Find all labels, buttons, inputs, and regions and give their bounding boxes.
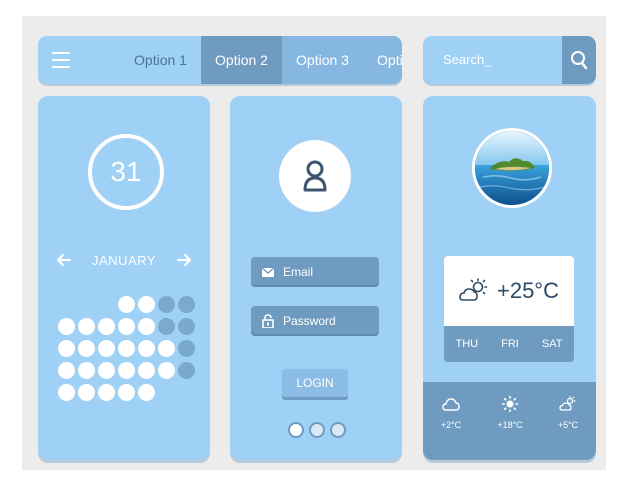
calendar-day-dot[interactable] (118, 340, 135, 357)
tab-option-4[interactable]: Option 4 (363, 36, 402, 84)
calendar-day-dot[interactable] (98, 340, 115, 357)
partly-cloudy-icon (559, 396, 576, 411)
island-image (472, 128, 552, 208)
forecast-temp: +5°C (557, 420, 579, 430)
tab-option-1[interactable]: Option 1 (120, 36, 201, 84)
calendar-day-dot[interactable] (158, 318, 175, 335)
calendar-day-dot[interactable] (58, 362, 75, 379)
arrow-right-icon[interactable] (176, 252, 192, 268)
login-button[interactable]: LOGIN (282, 369, 348, 397)
day-label[interactable]: THU (456, 338, 479, 350)
calendar-day-dot[interactable] (178, 362, 195, 379)
page-indicator (288, 422, 346, 438)
search-input[interactable]: Search_ (443, 36, 491, 84)
top-navbar: Option 1 Option 2 Option 3 Option 4 (38, 36, 402, 84)
forecast-item[interactable]: +18°C (485, 396, 535, 430)
page-dot[interactable] (309, 422, 325, 438)
calendar-day-dot[interactable] (178, 340, 195, 357)
calendar-day-dot[interactable] (158, 296, 175, 313)
cloud-icon (442, 398, 460, 411)
forecast-strip: +2°C +18°C +5°C (423, 382, 596, 460)
password-field[interactable]: Password (251, 306, 379, 336)
envelope-icon (261, 267, 275, 277)
calendar-day-dot[interactable] (138, 296, 155, 313)
forecast-item[interactable]: +2°C (426, 396, 476, 430)
calendar-day-dot[interactable] (58, 340, 75, 357)
calendar-day-dot[interactable] (138, 362, 155, 379)
forecast-temp: +18°C (497, 420, 523, 430)
calendar-day-dot[interactable] (118, 296, 135, 313)
calendar-day-dot[interactable] (118, 362, 135, 379)
login-card: Email Password LOGIN (230, 96, 402, 460)
calendar-day-dot[interactable] (78, 318, 95, 335)
user-icon (303, 160, 327, 192)
calendar-day-dot[interactable] (178, 296, 195, 313)
day-tabs: THU FRI SAT (444, 326, 574, 362)
calendar-day-dot[interactable] (58, 384, 75, 401)
calendar-day-dot[interactable] (178, 318, 195, 335)
calendar-day-dot[interactable] (118, 384, 135, 401)
tab-option-3[interactable]: Option 3 (282, 36, 363, 84)
calendar-day-dot[interactable] (138, 340, 155, 357)
calendar-day-dot[interactable] (78, 362, 95, 379)
partly-cloudy-icon (459, 278, 488, 301)
calendar-day-dot[interactable] (138, 318, 155, 335)
lock-icon (262, 314, 274, 328)
menu-icon[interactable] (38, 36, 84, 84)
calendar-day-dot[interactable] (158, 340, 175, 357)
weather-card: +25°C THU FRI SAT +2°C +18°C +5°C (423, 96, 596, 460)
calendar-day: 31 (88, 134, 164, 210)
page-dot[interactable] (288, 422, 304, 438)
calendar-day-dot[interactable] (98, 384, 115, 401)
day-label[interactable]: FRI (501, 338, 519, 350)
month-label: JANUARY (92, 252, 156, 268)
current-weather-panel: +25°C THU FRI SAT (444, 256, 574, 362)
avatar (279, 140, 351, 212)
tab-option-2[interactable]: Option 2 (201, 36, 282, 84)
forecast-temp: +2°C (440, 420, 462, 430)
day-label[interactable]: SAT (542, 338, 563, 350)
current-temperature: +25°C (496, 278, 559, 303)
password-label: Password (283, 314, 336, 328)
calendar-day-dot[interactable] (78, 384, 95, 401)
forecast-item[interactable]: +5°C (543, 396, 593, 430)
calendar-day-dot[interactable] (58, 318, 75, 335)
search-button[interactable] (562, 36, 596, 84)
search-box[interactable]: Search_ (423, 36, 596, 84)
calendar-day-dot[interactable] (118, 318, 135, 335)
sun-icon (501, 396, 519, 412)
calendar-day-dot[interactable] (158, 362, 175, 379)
calendar-day-dot[interactable] (98, 318, 115, 335)
month-selector: JANUARY (38, 248, 210, 272)
calendar-day-dot[interactable] (98, 362, 115, 379)
email-field[interactable]: Email (251, 257, 379, 287)
email-label: Email (283, 265, 314, 279)
calendar-day-dot[interactable] (138, 384, 155, 401)
arrow-left-icon[interactable] (56, 252, 72, 268)
calendar-day-dot[interactable] (78, 340, 95, 357)
tab-bar: Option 1 Option 2 Option 3 Option 4 (120, 36, 402, 84)
search-icon (571, 51, 588, 70)
page-dot[interactable] (330, 422, 346, 438)
calendar-card: 31 JANUARY (38, 96, 210, 460)
